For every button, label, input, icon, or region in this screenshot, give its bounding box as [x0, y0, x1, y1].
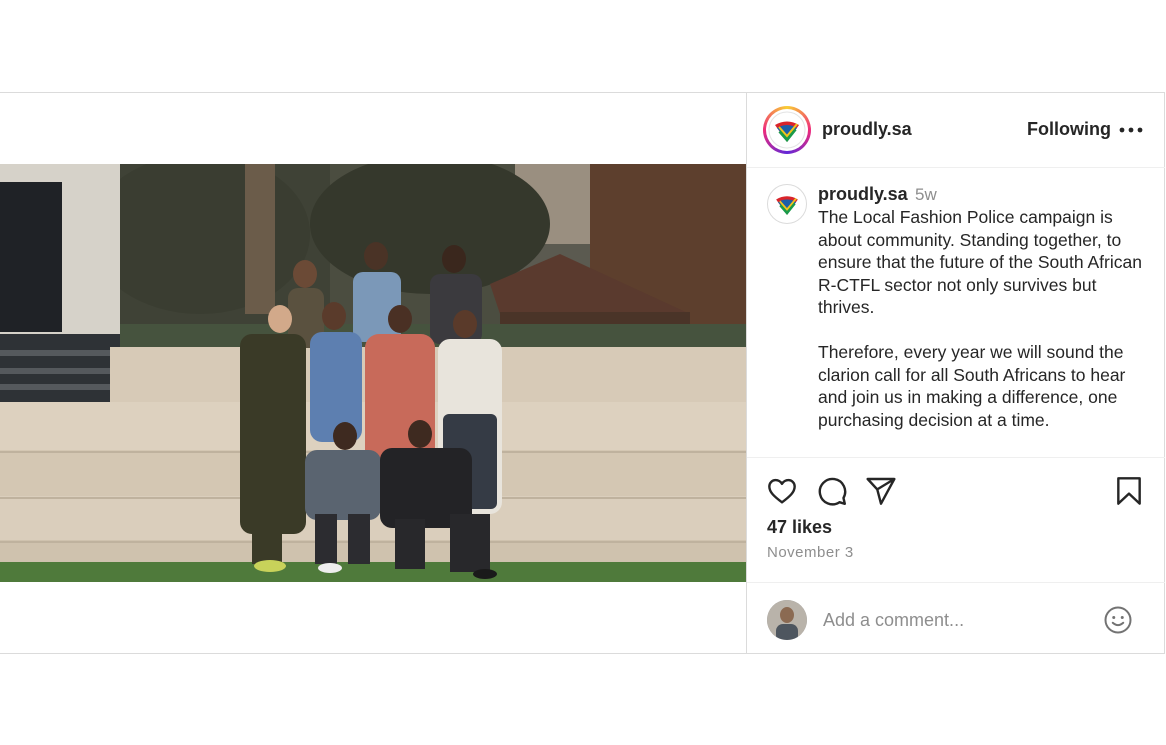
bookmark-icon[interactable]: [1113, 475, 1147, 509]
post-header: proudly.sa Following: [747, 93, 1165, 168]
caption-username[interactable]: proudly.sa: [818, 184, 908, 205]
following-button[interactable]: Following: [1027, 119, 1111, 140]
share-icon[interactable]: [865, 475, 899, 509]
proudly-sa-logo-icon: [770, 187, 804, 221]
post-dialog: proudly.sa Following proudly.sa 5w The L…: [0, 92, 1165, 654]
comment-input[interactable]: [823, 607, 1093, 633]
post-media: [0, 93, 746, 653]
header-username[interactable]: proudly.sa: [822, 119, 912, 140]
caption-time[interactable]: 5w: [915, 185, 937, 205]
post-date[interactable]: November 3: [767, 544, 854, 561]
more-horizontal-icon[interactable]: [1118, 117, 1144, 143]
likes-count[interactable]: 47 likes: [767, 517, 832, 538]
post-photo[interactable]: [0, 164, 746, 582]
heart-icon[interactable]: [766, 475, 800, 509]
post-side-panel: proudly.sa Following proudly.sa 5w The L…: [746, 93, 1165, 655]
post-caption: proudly.sa 5w The Local Fashion Police c…: [747, 169, 1165, 457]
caption-text: The Local Fashion Police campaign is abo…: [818, 207, 1142, 430]
comment-icon[interactable]: [816, 475, 850, 509]
caption-avatar[interactable]: [767, 184, 807, 224]
post-actions: 47 likes November 3: [747, 457, 1165, 655]
emoji-icon[interactable]: [1103, 605, 1133, 635]
current-user-avatar[interactable]: [767, 600, 807, 640]
comment-bar: [747, 582, 1165, 656]
proudly-sa-logo-icon: [768, 111, 806, 149]
profile-avatar[interactable]: [763, 106, 811, 154]
